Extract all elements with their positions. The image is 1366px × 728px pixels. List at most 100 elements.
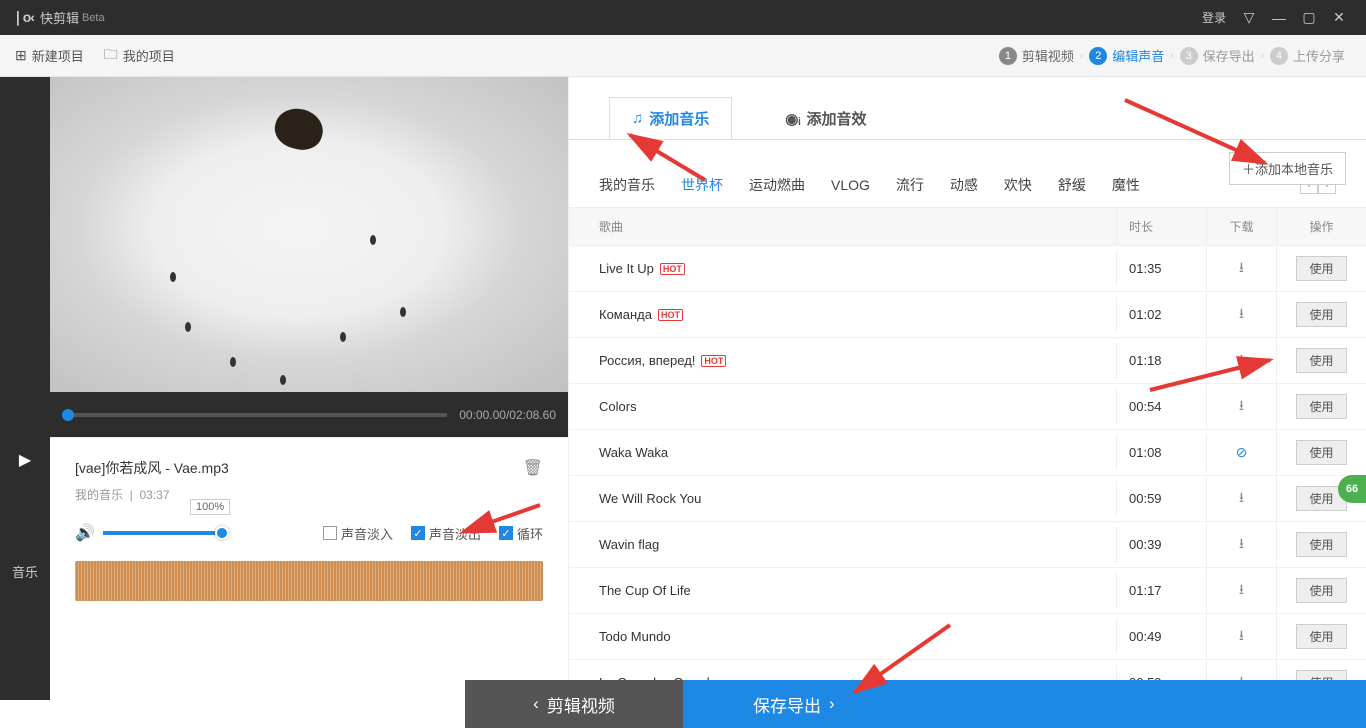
category-4[interactable]: 流行 xyxy=(896,175,924,195)
add-local-music-button[interactable]: ＋添加本地音乐 xyxy=(1229,152,1346,185)
song-name: Todo Mundo xyxy=(599,629,671,644)
use-button[interactable]: 使用 xyxy=(1296,440,1346,465)
volume-slider[interactable] xyxy=(103,531,223,535)
step-export[interactable]: 3保存导出 xyxy=(1180,46,1255,65)
tab-add-sfx[interactable]: ◉ᵢ添加音效 xyxy=(762,97,889,140)
table-header: 歌曲 时长 下载 操作 xyxy=(569,207,1366,246)
download-icon[interactable]: ⭳ xyxy=(1239,535,1244,551)
song-duration: 00:59 xyxy=(1116,481,1206,516)
fade-in-checkbox[interactable]: 声音淡入 xyxy=(323,524,393,543)
menu-icon[interactable]: ▽ xyxy=(1234,9,1264,26)
video-preview[interactable] xyxy=(50,77,568,392)
song-name: Colors xyxy=(599,399,637,414)
table-row[interactable]: Команда HOT 01:02 ⭳ 使用 xyxy=(569,292,1366,338)
download-icon[interactable]: ⭳ xyxy=(1239,351,1244,367)
category-7[interactable]: 舒缓 xyxy=(1058,175,1086,195)
audio-filename: [vae]你若成风 - Vae.mp3 xyxy=(75,458,229,478)
table-row[interactable]: Wavin flag 00:39 ⭳ 使用 xyxy=(569,522,1366,568)
time-display: 00:00.00/02:08.60 xyxy=(459,408,556,422)
login-button[interactable]: 登录 xyxy=(1202,9,1226,26)
step-share[interactable]: 4上传分享 xyxy=(1270,46,1345,65)
close-icon[interactable]: ✕ xyxy=(1324,9,1354,26)
use-button[interactable]: 使用 xyxy=(1296,348,1346,373)
download-icon[interactable]: ⭳ xyxy=(1239,397,1244,413)
download-icon[interactable]: ⭳ xyxy=(1239,627,1244,643)
sidebar: ▶ 音乐 xyxy=(0,77,50,700)
table-row[interactable]: Todo Mundo00:49⭳使用 xyxy=(569,614,1366,660)
song-list: Live It UpHOT01:35⭳使用КомандаHOT01:02⭳使用Р… xyxy=(569,246,1366,700)
song-name: We Will Rock You xyxy=(599,491,701,506)
table-row[interactable]: Colors00:54⭳使用 xyxy=(569,384,1366,430)
download-done-icon[interactable]: ⊘ xyxy=(1236,444,1248,460)
player-controls: 00:00.00/02:08.60 xyxy=(50,392,568,437)
use-button[interactable]: 使用 xyxy=(1296,302,1346,327)
header-action: 操作 xyxy=(1276,208,1366,245)
titlebar: ❘o‹ 快剪辑 Beta 登录 ▽ — ▢ ✕ xyxy=(0,0,1366,35)
category-3[interactable]: VLOG xyxy=(831,177,870,193)
download-icon[interactable]: ⭳ xyxy=(1239,259,1244,275)
download-icon[interactable]: ⭳ xyxy=(1239,489,1244,505)
category-5[interactable]: 动感 xyxy=(950,175,978,195)
fade-out-checkbox[interactable]: ✓声音淡出 xyxy=(411,524,481,543)
footer-back-button[interactable]: ‹剪辑视频 xyxy=(465,680,683,728)
sfx-icon: ◉ᵢ xyxy=(785,110,800,128)
beta-label: Beta xyxy=(82,12,105,24)
use-button[interactable]: 使用 xyxy=(1296,624,1346,649)
music-note-icon: ♫ xyxy=(632,110,643,127)
music-library: ♫添加音乐 ◉ᵢ添加音效 ＋添加本地音乐 我的音乐 世界杯 运动燃曲 VLOG 流行 动感… xyxy=(568,77,1366,700)
header-duration: 时长 xyxy=(1116,208,1206,245)
category-0[interactable]: 我的音乐 xyxy=(599,175,655,195)
volume-icon[interactable]: 🔊 xyxy=(75,523,95,543)
plus-icon: ＋ xyxy=(1242,162,1255,177)
maximize-icon[interactable]: ▢ xyxy=(1294,9,1324,26)
hot-badge: HOT xyxy=(660,263,685,275)
download-icon[interactable]: ⭳ xyxy=(1239,581,1244,597)
new-project-button[interactable]: ⊞新建项目 xyxy=(15,46,84,65)
loop-checkbox[interactable]: ✓循环 xyxy=(499,524,543,543)
song-duration: 01:18 xyxy=(1116,343,1206,378)
play-button[interactable]: ▶ xyxy=(0,437,50,482)
table-row[interactable]: Россия, вперед!HOT01:18⭳使用 xyxy=(569,338,1366,384)
song-name: Wavin flag xyxy=(599,537,659,552)
use-button[interactable]: 使用 xyxy=(1296,532,1346,557)
badge-66[interactable]: 66 xyxy=(1338,475,1366,503)
hot-badge: HOT xyxy=(658,309,683,321)
download-icon[interactable]: ⭳ xyxy=(1239,305,1244,321)
category-1[interactable]: 世界杯 xyxy=(681,175,723,195)
volume-value: 100% xyxy=(190,499,230,515)
use-button[interactable]: 使用 xyxy=(1296,578,1346,603)
audio-meta: 我的音乐 | 03:37 xyxy=(75,486,543,503)
song-name: Команда xyxy=(599,307,652,322)
my-projects-button[interactable]: 🗀我的项目 xyxy=(104,44,175,68)
app-logo: ❘o‹ xyxy=(12,9,34,26)
table-row[interactable]: We Will Rock You00:59⭳使用 xyxy=(569,476,1366,522)
song-name: The Cup Of Life xyxy=(599,583,691,598)
plus-icon: ⊞ xyxy=(15,47,27,64)
song-name: Россия, вперед! xyxy=(599,353,695,368)
table-row[interactable]: Live It UpHOT01:35⭳使用 xyxy=(569,246,1366,292)
chevron-left-icon: ‹ xyxy=(533,694,539,714)
song-duration: 00:39 xyxy=(1116,527,1206,562)
header-download: 下载 xyxy=(1206,208,1276,245)
use-button[interactable]: 使用 xyxy=(1296,394,1346,419)
footer-next-button[interactable]: 保存导出› xyxy=(683,680,1366,728)
song-name: Waka Waka xyxy=(599,445,668,460)
waveform[interactable] xyxy=(75,561,543,601)
tab-add-music[interactable]: ♫添加音乐 xyxy=(609,97,732,140)
step-edit-video[interactable]: 1剪辑视频 xyxy=(999,46,1074,65)
sidebar-music-label: 音乐 xyxy=(0,562,50,581)
use-button[interactable]: 使用 xyxy=(1296,256,1346,281)
category-6[interactable]: 欢快 xyxy=(1004,175,1032,195)
minimize-icon[interactable]: — xyxy=(1264,10,1294,26)
category-2[interactable]: 运动燃曲 xyxy=(749,175,805,195)
chevron-right-icon: › xyxy=(829,694,835,714)
song-duration: 01:02 xyxy=(1116,297,1206,332)
toolbar: ⊞新建项目 🗀我的项目 1剪辑视频› 2编辑声音› 3保存导出› 4上传分享 xyxy=(0,35,1366,77)
app-title: 快剪辑 xyxy=(40,8,79,27)
table-row[interactable]: The Cup Of Life01:17⭳使用 xyxy=(569,568,1366,614)
delete-audio-button[interactable]: 🗑 xyxy=(523,458,543,478)
progress-slider[interactable] xyxy=(62,413,447,417)
table-row[interactable]: Waka Waka01:08⊘使用 xyxy=(569,430,1366,476)
category-8[interactable]: 魔性 xyxy=(1112,175,1140,195)
step-edit-audio[interactable]: 2编辑声音 xyxy=(1089,46,1164,65)
